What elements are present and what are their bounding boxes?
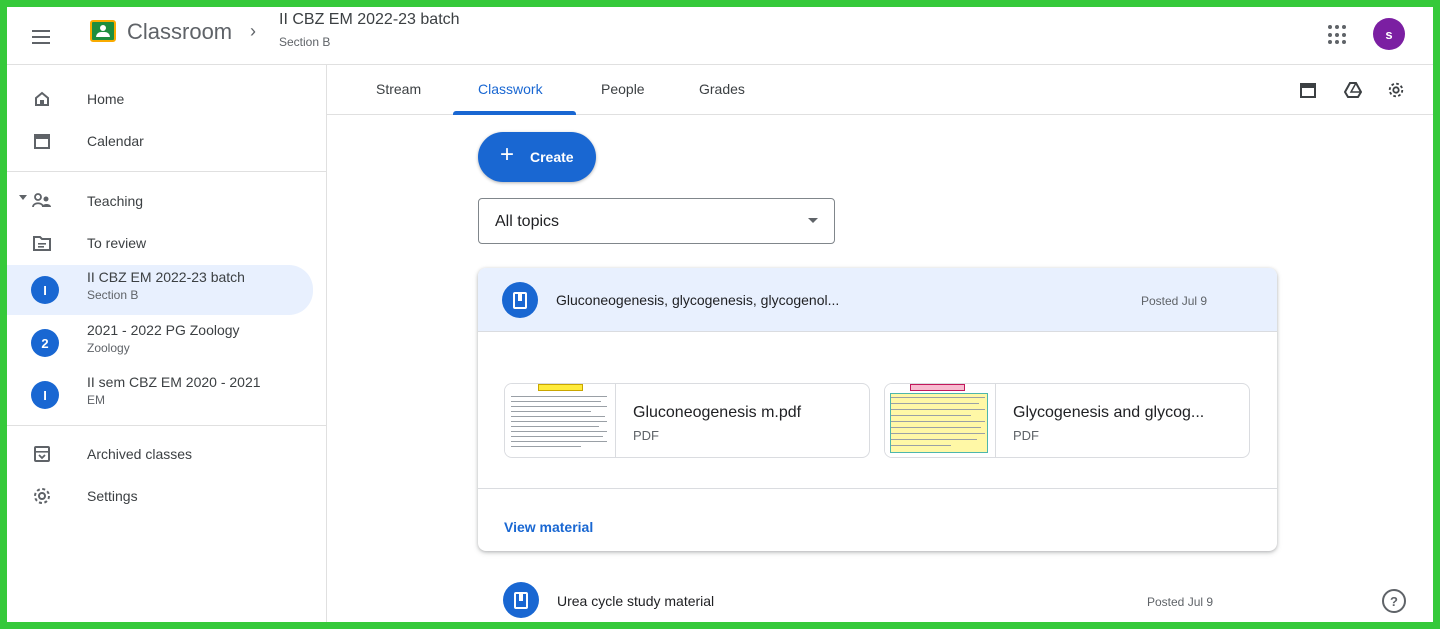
plus-icon: + <box>500 141 515 168</box>
folder-review-icon <box>32 233 52 253</box>
sidebar-item-class-2[interactable]: 2 2021 - 2022 PG Zoology Zoology <box>7 318 313 368</box>
class-name: II sem CBZ EM 2020 - 2021 <box>87 374 261 390</box>
class-name: 2021 - 2022 PG Zoology <box>87 322 240 338</box>
create-button[interactable]: + Create <box>478 132 596 182</box>
active-tab-indicator <box>453 111 576 115</box>
topic-filter-select[interactable]: All topics <box>478 198 835 244</box>
calendar-icon[interactable] <box>1298 80 1318 100</box>
course-section: Section B <box>279 35 331 49</box>
material-title: Gluconeogenesis, glycogenesis, glycogeno… <box>556 292 840 308</box>
sidebar-item-archived[interactable]: Archived classes <box>7 433 313 475</box>
sidebar-item-calendar[interactable]: Calendar <box>7 120 313 162</box>
sidebar-item-label: To review <box>87 235 147 251</box>
class-section: Section B <box>87 288 139 302</box>
posted-date: Posted Jul 9 <box>1147 595 1214 609</box>
main-menu-icon[interactable] <box>29 25 53 49</box>
account-avatar[interactable]: s <box>1373 18 1405 50</box>
sidebar-item-teaching[interactable]: Teaching <box>7 180 313 222</box>
expand-arrow-icon[interactable] <box>19 195 27 200</box>
app-title[interactable]: Classroom <box>127 19 232 45</box>
class-section: Zoology <box>87 341 130 355</box>
drive-folder-icon[interactable] <box>1343 80 1363 100</box>
tab-bar: Stream Classwork People Grades <box>327 65 1433 115</box>
help-icon[interactable]: ? <box>1382 589 1406 613</box>
material-book-icon <box>503 582 539 618</box>
archive-icon <box>32 444 52 464</box>
divider <box>7 425 326 426</box>
attachment-name: Gluconeogenesis m.pdf <box>633 404 802 421</box>
sidebar: Home Calendar Teaching To review I II CB… <box>7 65 327 622</box>
sidebar-item-label: Teaching <box>87 193 144 209</box>
top-app-bar: Classroom › II CBZ EM 2022-23 batch Sect… <box>7 7 1433 65</box>
class-settings-gear-icon[interactable] <box>1386 80 1406 100</box>
material-card-header[interactable]: Gluconeogenesis, glycogenesis, glycogeno… <box>478 268 1277 332</box>
chevron-right-icon: › <box>250 21 256 41</box>
gear-icon <box>32 486 52 506</box>
tab-people[interactable]: People <box>601 81 645 97</box>
divider <box>478 488 1277 489</box>
sidebar-item-to-review[interactable]: To review <box>7 222 313 264</box>
sidebar-item-class-1[interactable]: I II CBZ EM 2022-23 batch Section B <box>7 265 313 315</box>
google-apps-icon[interactable] <box>1328 25 1348 45</box>
divider <box>7 171 326 172</box>
course-title[interactable]: II CBZ EM 2022-23 batch <box>279 11 460 29</box>
material-title[interactable]: Urea cycle study material <box>557 593 714 609</box>
sidebar-item-class-3[interactable]: I II sem CBZ EM 2020 - 2021 EM <box>7 370 313 420</box>
calendar-icon <box>32 131 52 151</box>
home-icon <box>32 89 52 109</box>
class-initial-avatar: I <box>31 276 59 304</box>
class-name: II CBZ EM 2022-23 batch <box>87 269 245 285</box>
sidebar-item-label: Archived classes <box>87 446 193 462</box>
sidebar-item-settings[interactable]: Settings <box>7 475 313 517</box>
material-card: Gluconeogenesis, glycogenesis, glycogeno… <box>478 268 1277 551</box>
attachment-card[interactable]: Gluconeogenesis m.pdf PDF <box>504 383 870 458</box>
attachment-card[interactable]: Glycogenesis and glycog... PDF <box>884 383 1250 458</box>
attachment-type: PDF <box>1013 428 1039 443</box>
topic-filter-value: All topics <box>495 213 560 230</box>
classroom-logo-icon[interactable] <box>90 20 116 42</box>
sidebar-item-label: Settings <box>87 488 138 504</box>
tab-classwork[interactable]: Classwork <box>478 81 543 97</box>
window-frame: Classroom › II CBZ EM 2022-23 batch Sect… <box>0 0 1440 629</box>
sidebar-item-home[interactable]: Home <box>7 78 313 120</box>
view-material-link[interactable]: View material <box>504 519 593 535</box>
pdf-thumbnail <box>505 384 616 457</box>
create-label: Create <box>530 149 574 165</box>
sidebar-item-label: Home <box>87 91 125 107</box>
tab-stream[interactable]: Stream <box>376 81 421 97</box>
sidebar-item-label: Calendar <box>87 133 144 149</box>
attachment-name: Glycogenesis and glycog... <box>1013 404 1205 421</box>
posted-date: Posted Jul 9 <box>1141 294 1208 308</box>
class-initial-avatar: I <box>31 381 59 409</box>
material-book-icon <box>502 282 538 318</box>
tab-grades[interactable]: Grades <box>699 81 745 97</box>
class-section: EM <box>87 393 105 407</box>
pdf-thumbnail <box>885 384 996 457</box>
teacher-icon <box>32 191 52 211</box>
attachment-type: PDF <box>633 428 659 443</box>
dropdown-arrow-icon <box>808 218 818 223</box>
class-initial-avatar: 2 <box>31 329 59 357</box>
